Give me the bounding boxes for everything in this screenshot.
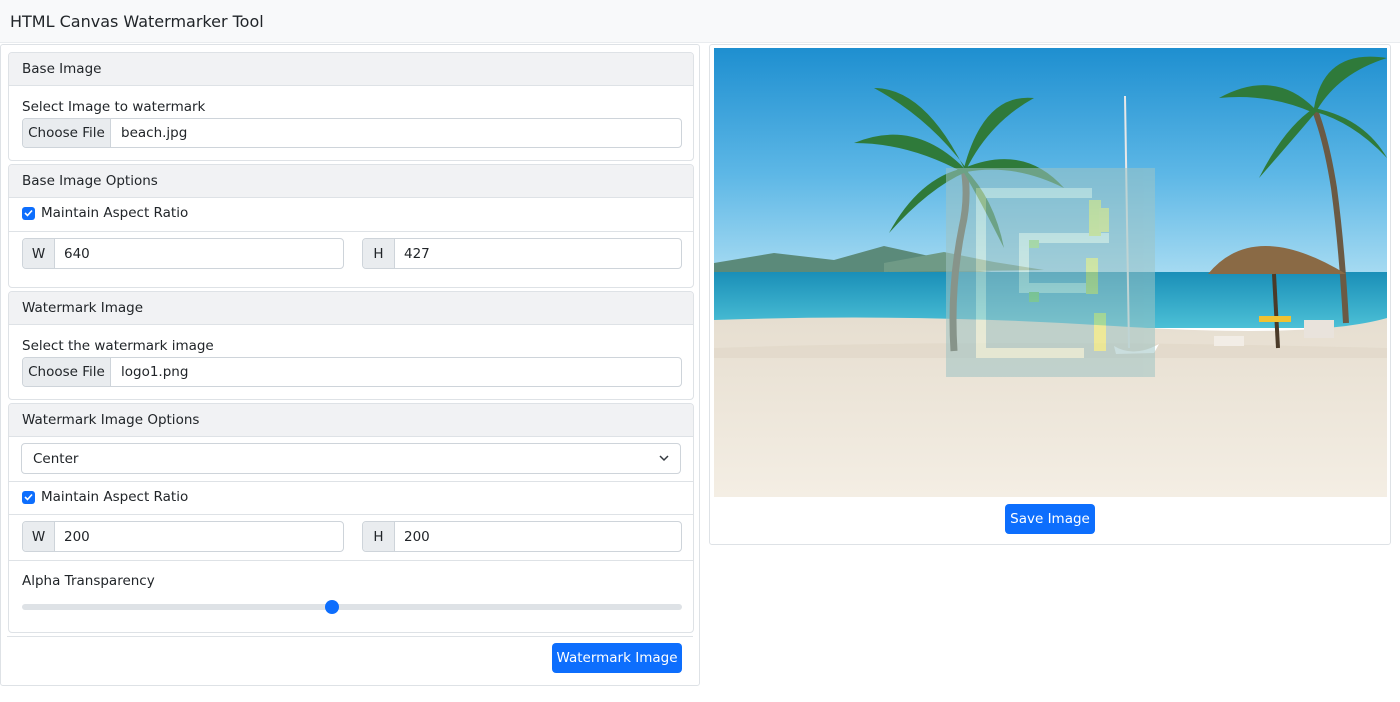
watermark-position-value: Center bbox=[33, 450, 79, 467]
base-image-choose-file-button[interactable]: Choose File bbox=[23, 119, 111, 147]
base-aspect-ratio-row[interactable]: Maintain Aspect Ratio bbox=[22, 205, 188, 221]
navbar: HTML Canvas Watermarker Tool bbox=[0, 0, 1400, 43]
base-aspect-ratio-label: Maintain Aspect Ratio bbox=[41, 205, 189, 221]
divider bbox=[9, 481, 693, 482]
base-options-card: Base Image Options Maintain Aspect Ratio… bbox=[8, 164, 694, 288]
base-width-input[interactable]: W 640 bbox=[22, 238, 344, 269]
watermark-width-tag: W bbox=[23, 522, 55, 551]
watermark-canvas bbox=[714, 48, 1387, 497]
app-title: HTML Canvas Watermarker Tool bbox=[10, 11, 264, 31]
divider bbox=[9, 514, 693, 515]
base-image-file-input[interactable]: Choose File beach.jpg bbox=[22, 118, 682, 148]
watermark-options-header: Watermark Image Options bbox=[9, 404, 693, 437]
watermark-file-name: logo1.png bbox=[121, 364, 189, 380]
base-options-header: Base Image Options bbox=[9, 165, 693, 198]
divider bbox=[9, 560, 693, 561]
beach-image bbox=[714, 48, 1387, 497]
watermark-height-input[interactable]: H 200 bbox=[362, 521, 682, 552]
chevron-down-icon bbox=[659, 455, 669, 462]
base-image-label: Select Image to watermark bbox=[22, 99, 206, 115]
base-image-card: Base Image Select Image to watermark Cho… bbox=[8, 52, 694, 161]
watermark-aspect-ratio-checkbox[interactable] bbox=[22, 490, 35, 504]
base-width-value[interactable]: 640 bbox=[55, 239, 90, 268]
save-image-button[interactable]: Save Image bbox=[1005, 504, 1095, 534]
check-icon bbox=[24, 209, 33, 217]
divider bbox=[7, 636, 693, 637]
watermark-choose-file-button[interactable]: Choose File bbox=[23, 358, 111, 386]
divider bbox=[9, 231, 693, 232]
watermark-width-value[interactable]: 200 bbox=[55, 522, 90, 551]
watermark-height-value[interactable]: 200 bbox=[395, 522, 430, 551]
watermark-position-select[interactable]: Center bbox=[21, 443, 681, 474]
alpha-slider-thumb[interactable] bbox=[325, 600, 340, 614]
watermark-aspect-ratio-label: Maintain Aspect Ratio bbox=[41, 489, 189, 505]
watermark-image-label: Select the watermark image bbox=[22, 338, 214, 354]
base-aspect-ratio-checkbox[interactable] bbox=[22, 206, 35, 220]
watermark-image-file-input[interactable]: Choose File logo1.png bbox=[22, 357, 682, 387]
base-height-value[interactable]: 427 bbox=[395, 239, 430, 268]
base-width-tag: W bbox=[23, 239, 55, 268]
watermark-image-card: Watermark Image Select the watermark ima… bbox=[8, 291, 694, 400]
base-image-file-name: beach.jpg bbox=[121, 125, 188, 141]
base-height-tag: H bbox=[363, 239, 395, 268]
watermark-aspect-ratio-row[interactable]: Maintain Aspect Ratio bbox=[22, 489, 188, 505]
watermark-image-button[interactable]: Watermark Image bbox=[552, 643, 682, 673]
base-height-input[interactable]: H 427 bbox=[362, 238, 682, 269]
watermark-options-card: Watermark Image Options Center Maintain … bbox=[8, 403, 694, 633]
preview-panel: Save Image bbox=[709, 44, 1391, 545]
alpha-transparency-slider[interactable] bbox=[22, 600, 682, 614]
settings-panel: Base Image Select Image to watermark Cho… bbox=[0, 44, 700, 686]
watermark-height-tag: H bbox=[363, 522, 395, 551]
watermark-image-header: Watermark Image bbox=[9, 292, 693, 325]
check-icon bbox=[24, 493, 33, 501]
base-image-header: Base Image bbox=[9, 53, 693, 86]
alpha-transparency-label: Alpha Transparency bbox=[22, 573, 155, 589]
watermark-width-input[interactable]: W 200 bbox=[22, 521, 344, 552]
